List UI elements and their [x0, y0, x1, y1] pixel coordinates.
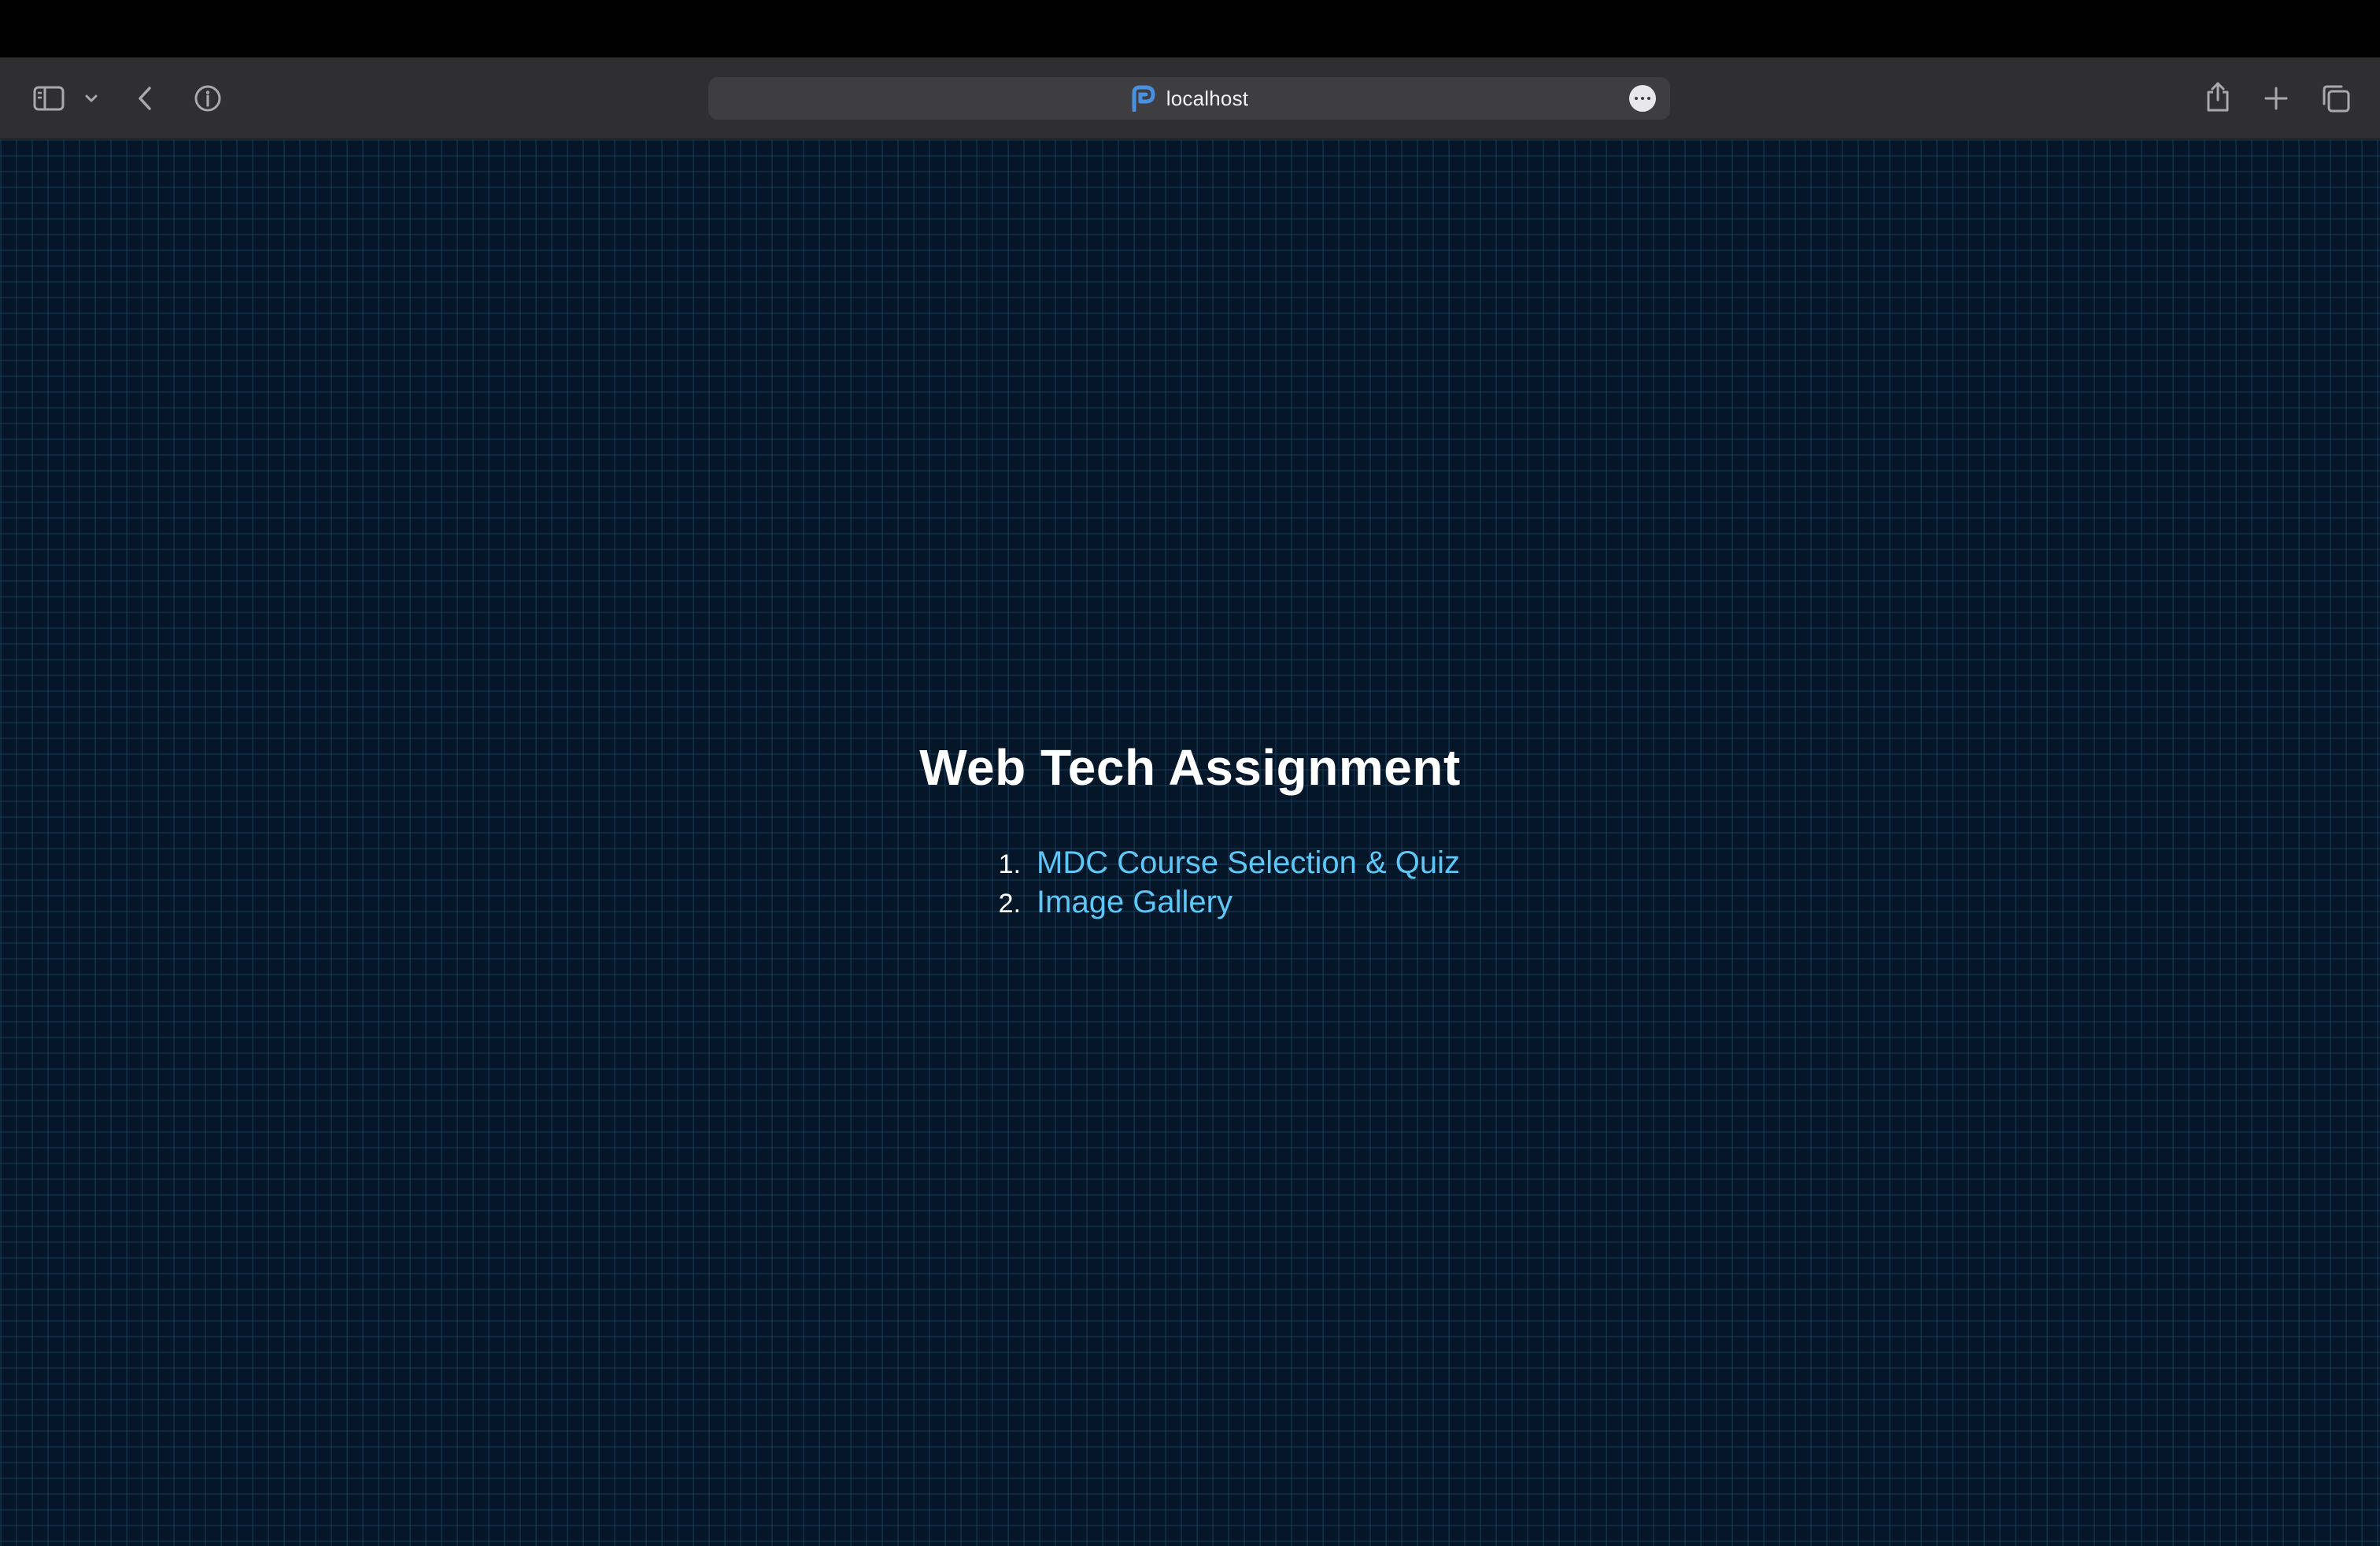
page-title: Web Tech Assignment — [919, 739, 1461, 796]
sidebar-toggle-button[interactable] — [31, 81, 66, 116]
info-icon — [194, 84, 222, 113]
list-item-number: 1. — [998, 849, 1022, 879]
list-item-number: 2. — [998, 888, 1022, 919]
chevron-down-icon — [85, 94, 98, 103]
more-icon-dot — [1641, 97, 1644, 100]
list-item: 2. Image Gallery — [983, 885, 1460, 924]
site-info-button[interactable] — [192, 83, 224, 114]
url-text: localhost — [1166, 86, 1249, 110]
page-viewport: Web Tech Assignment 1. MDC Course Select… — [0, 139, 2380, 1546]
top-black-strip — [0, 0, 2380, 57]
more-icon-dot — [1635, 97, 1638, 100]
course-selection-quiz-link[interactable]: MDC Course Selection & Quiz — [1037, 845, 1460, 881]
more-icon-dot — [1647, 97, 1650, 100]
plus-icon — [2264, 86, 2289, 111]
sidebar-icon — [33, 86, 65, 111]
page-content: Web Tech Assignment 1. MDC Course Select… — [0, 738, 2380, 924]
address-bar[interactable]: localhost — [708, 77, 1670, 120]
page-menu-button[interactable] — [1629, 85, 1656, 112]
list-item: 1. MDC Course Selection & Quiz — [983, 845, 1460, 885]
image-gallery-link[interactable]: Image Gallery — [1037, 885, 1232, 920]
browser-toolbar: localhost — [0, 57, 2380, 139]
chevron-left-icon — [137, 86, 153, 111]
site-favicon-icon — [1130, 85, 1155, 112]
assignment-link-list: 1. MDC Course Selection & Quiz 2. Image … — [983, 845, 1460, 924]
back-button[interactable] — [132, 83, 157, 114]
share-icon — [2205, 81, 2230, 113]
tabs-icon — [2321, 83, 2351, 113]
share-button[interactable] — [2202, 80, 2234, 114]
tab-overview-button[interactable] — [2319, 81, 2353, 116]
new-tab-button[interactable] — [2260, 83, 2292, 114]
sidebar-menu-button[interactable] — [82, 89, 101, 108]
